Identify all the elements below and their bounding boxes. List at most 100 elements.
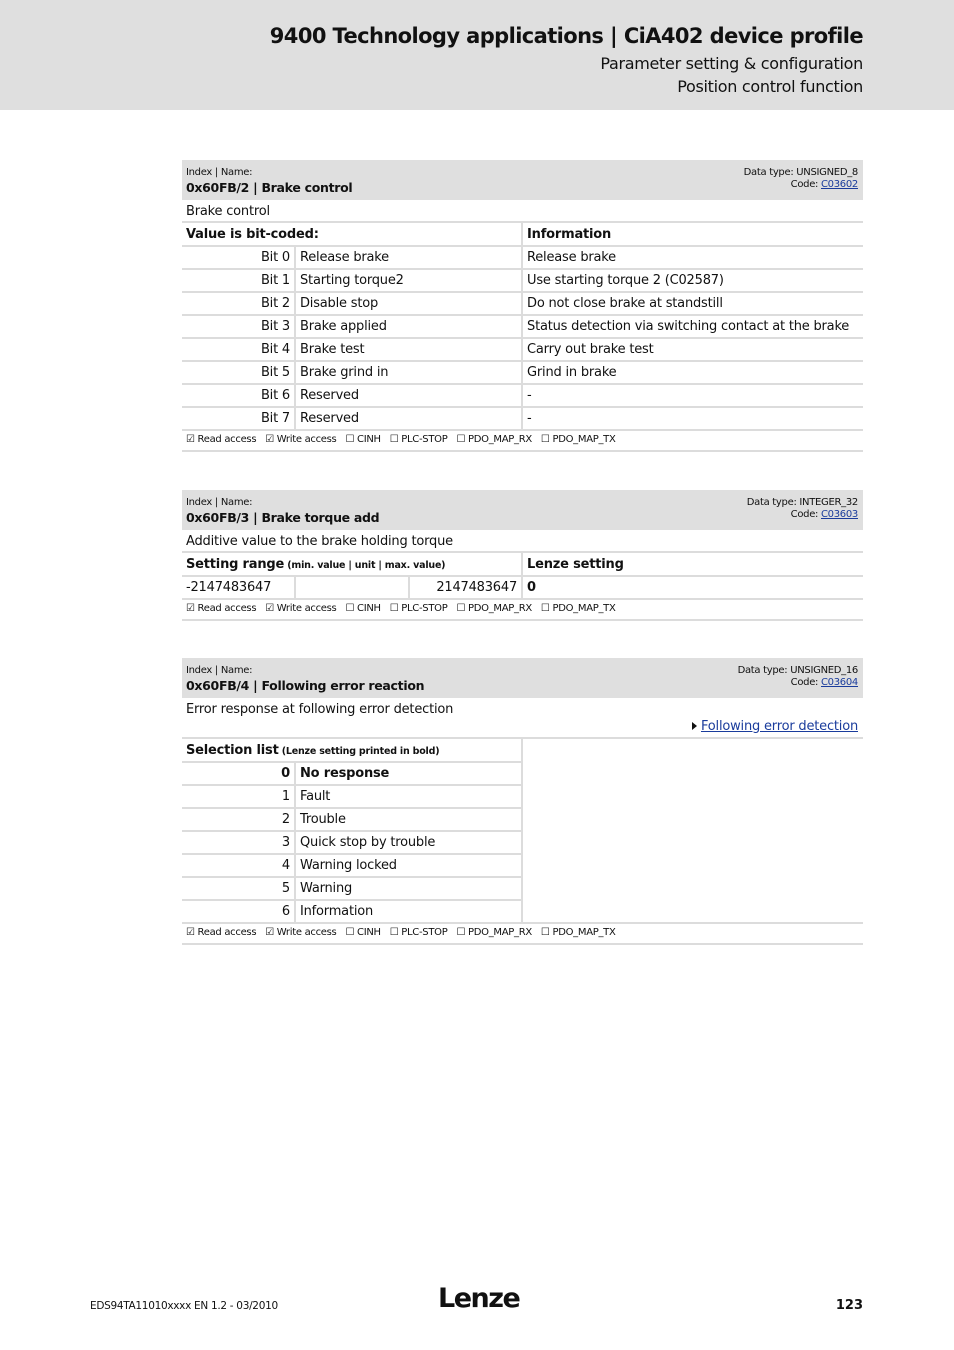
- document-id: EDS94TA11010xxxx EN 1.2 - 03/2010: [90, 1300, 278, 1312]
- parameter-name: 0x60FB/3 | Brake torque add: [186, 510, 380, 525]
- section-title: Position control function: [677, 77, 863, 96]
- parameter-header: Index | Name: 0x60FB/3 | Brake torque ad…: [182, 490, 863, 530]
- unit-value: [295, 576, 410, 600]
- code-link[interactable]: C03604: [821, 677, 858, 688]
- code-label: Code:: [790, 179, 821, 190]
- read-access-flag: ☑ Read access: [186, 603, 257, 614]
- table-row: Bit 5 Brake grind in Grind in brake: [182, 361, 864, 385]
- write-access-flag: ☑ Write access: [265, 434, 337, 445]
- parameter-description: Brake control: [182, 200, 863, 223]
- plc-stop-flag: ☐ PLC-STOP: [389, 603, 448, 614]
- max-value: 2147483647: [409, 576, 524, 600]
- page-header: 9400 Technology applications | CiA402 de…: [0, 0, 954, 110]
- bit-info: Use starting torque 2 (C02587): [522, 269, 864, 293]
- bit-number: Bit 3: [182, 315, 296, 339]
- read-access-flag: ☑ Read access: [186, 927, 257, 938]
- bit-number: Bit 5: [182, 361, 296, 385]
- option-value: 0: [182, 762, 296, 786]
- column-header-information: Information: [522, 223, 864, 247]
- option-label: Trouble: [295, 808, 524, 832]
- code-field: Code: C03602: [790, 179, 859, 190]
- table-row: Bit 1 Starting torque2 Use starting torque…: [182, 269, 864, 293]
- parameter-name: 0x60FB/2 | Brake control: [186, 180, 353, 195]
- bit-info: -: [522, 384, 864, 408]
- data-type: Data type: UNSIGNED_8: [743, 167, 859, 178]
- table-row: Bit 3 Brake applied Status detection via s…: [182, 315, 864, 339]
- lenze-logo: Lenze: [438, 1283, 521, 1314]
- arrow-right-icon: [691, 721, 697, 730]
- code-link[interactable]: C03602: [821, 179, 858, 190]
- table-row: Bit 7 Reserved -: [182, 407, 864, 431]
- option-label: Warning locked: [295, 854, 524, 878]
- option-value: 5: [182, 877, 296, 901]
- bit-name: Brake applied: [295, 315, 524, 339]
- bit-name: Reserved: [295, 407, 524, 431]
- cross-reference-label[interactable]: Following error detection: [701, 719, 858, 734]
- read-access-flag: ☑ Read access: [186, 434, 257, 445]
- option-value: 3: [182, 831, 296, 855]
- parameter-description-row: Error response at following error detect…: [182, 698, 863, 739]
- option-value: 2: [182, 808, 296, 832]
- bit-name: Reserved: [295, 384, 524, 408]
- lenze-setting-value: 0: [522, 576, 864, 600]
- pdo-map-tx-flag: ☐ PDO_MAP_TX: [540, 603, 616, 614]
- cinh-flag: ☐ CINH: [345, 434, 381, 445]
- code-field: Code: C03603: [790, 509, 859, 520]
- parameter-block-following-error-reaction: Index | Name: 0x60FB/4 | Following error…: [182, 658, 864, 945]
- page-number: 123: [835, 1298, 863, 1313]
- bit-number: Bit 4: [182, 338, 296, 362]
- bit-name: Disable stop: [295, 292, 524, 316]
- index-label: Index | Name:: [186, 167, 253, 178]
- parameter-header: Index | Name: 0x60FB/4 | Following error…: [182, 658, 863, 698]
- access-flags: ☑ Read access ☑ Write access ☐ CINH ☐ PLC-S…: [182, 431, 863, 452]
- option-label: Quick stop by trouble: [295, 831, 524, 855]
- option-label: Information: [295, 900, 524, 924]
- write-access-flag: ☑ Write access: [265, 927, 337, 938]
- setting-range-table: Setting range (min. value | unit | max. …: [182, 553, 864, 600]
- cinh-flag: ☐ CINH: [345, 927, 381, 938]
- table-header-row: Value is bit-coded: Information: [182, 223, 864, 247]
- table-row: Bit 6 Reserved -: [182, 384, 864, 408]
- bit-info: Do not close brake at standstill: [522, 292, 864, 316]
- table-row: Bit 0 Release brake Release brake: [182, 246, 864, 270]
- data-type: Data type: INTEGER_32: [746, 497, 859, 508]
- table-row: Bit 4 Brake test Carry out brake test: [182, 338, 864, 362]
- bit-info: -: [522, 407, 864, 431]
- chapter-title: Parameter setting & configuration: [600, 54, 863, 73]
- plc-stop-flag: ☐ PLC-STOP: [389, 927, 448, 938]
- code-label: Code:: [790, 509, 821, 520]
- table-row: Bit 2 Disable stop Do not close brake at s…: [182, 292, 864, 316]
- bit-info: Status detection via switching contact a…: [522, 315, 864, 339]
- pdo-map-tx-flag: ☐ PDO_MAP_TX: [540, 927, 616, 938]
- code-link[interactable]: C03603: [821, 509, 858, 520]
- table-header-row: Setting range (min. value | unit | max. …: [182, 553, 864, 577]
- column-header-value: Value is bit-coded:: [182, 223, 524, 247]
- bit-number: Bit 7: [182, 407, 296, 431]
- setting-range-label: Setting range: [186, 556, 285, 572]
- bit-info: Carry out brake test: [522, 338, 864, 362]
- column-header-selection-list: Selection list (Lenze setting printed in…: [182, 739, 524, 763]
- option-label: No response: [295, 762, 524, 786]
- table-header-row: Selection list (Lenze setting printed in…: [182, 739, 864, 924]
- selection-list-hint: (Lenze setting printed in bold): [278, 745, 440, 757]
- bit-table: Value is bit-coded: Information Bit 0 Rel…: [182, 223, 864, 431]
- column-header-lenze-setting: Lenze setting: [522, 553, 864, 577]
- parameter-description: Error response at following error detect…: [186, 702, 454, 717]
- access-flags: ☑ Read access ☑ Write access ☐ CINH ☐ PLC-S…: [182, 600, 863, 621]
- empty-info-cell: [522, 739, 864, 924]
- pdo-map-rx-flag: ☐ PDO_MAP_RX: [456, 927, 532, 938]
- min-value: -2147483647: [182, 576, 296, 600]
- plc-stop-flag: ☐ PLC-STOP: [389, 434, 448, 445]
- selection-list-table: Selection list (Lenze setting printed in…: [182, 739, 864, 924]
- cross-reference-link[interactable]: Following error detection: [691, 719, 858, 734]
- option-label: Fault: [295, 785, 524, 809]
- index-label: Index | Name:: [186, 665, 253, 676]
- option-label: Warning: [295, 877, 524, 901]
- pdo-map-rx-flag: ☐ PDO_MAP_RX: [456, 603, 532, 614]
- write-access-flag: ☑ Write access: [265, 603, 337, 614]
- option-value: 6: [182, 900, 296, 924]
- code-label: Code:: [790, 677, 821, 688]
- access-flags: ☑ Read access ☑ Write access ☐ CINH ☐ PLC-S…: [182, 924, 863, 945]
- option-value: 4: [182, 854, 296, 878]
- option-value: 1: [182, 785, 296, 809]
